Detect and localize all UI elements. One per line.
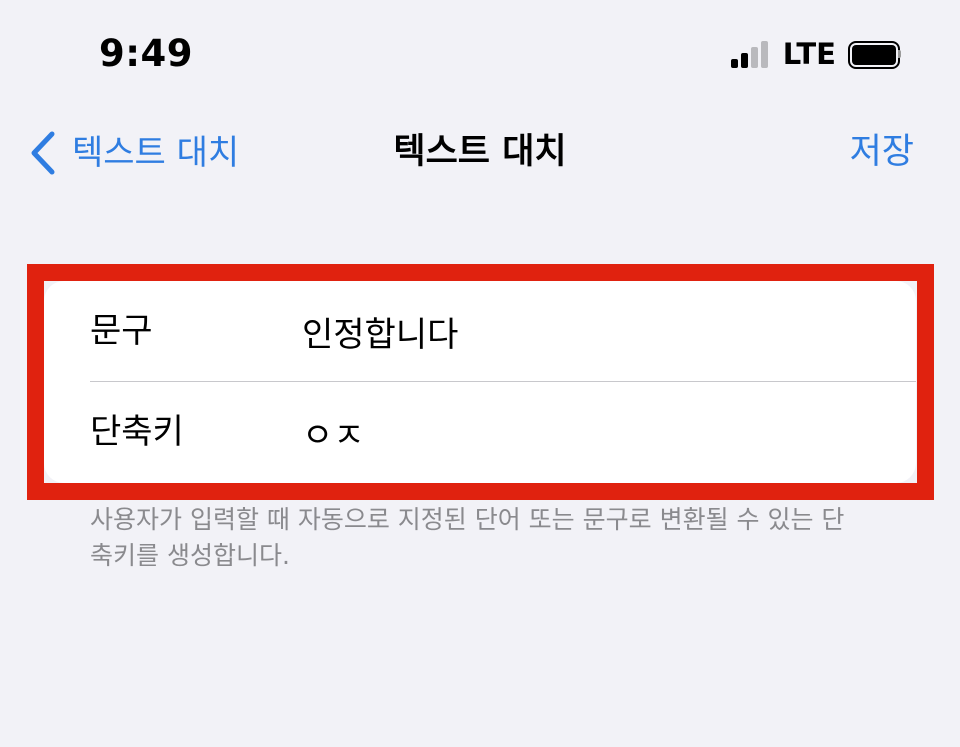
network-type: LTE xyxy=(782,37,836,71)
phrase-input[interactable] xyxy=(302,281,892,381)
shortcut-label: 단축키 xyxy=(90,412,184,452)
battery-icon xyxy=(848,41,901,69)
footer-description: 사용자가 입력할 때 자동으로 지정된 단어 또는 문구로 변환될 수 있는 단… xyxy=(90,505,845,570)
shortcut-row: 단축키 xyxy=(44,382,916,482)
status-indicators: LTE xyxy=(730,34,901,74)
signal-bar xyxy=(760,41,768,68)
signal-bar xyxy=(730,59,738,68)
status-time: 9:49 xyxy=(99,32,194,75)
phrase-row: 문구 xyxy=(44,281,916,381)
cellular-signal-icon xyxy=(730,40,771,68)
shortcut-input[interactable] xyxy=(302,382,892,482)
signal-bar xyxy=(740,53,748,68)
replacement-form-card: 문구 단축키 xyxy=(44,281,916,483)
phrase-label: 문구 xyxy=(90,311,153,351)
save-button[interactable]: 저장 xyxy=(850,128,914,176)
page-title: 텍스트 대치 xyxy=(393,132,567,172)
signal-bar xyxy=(750,47,758,68)
